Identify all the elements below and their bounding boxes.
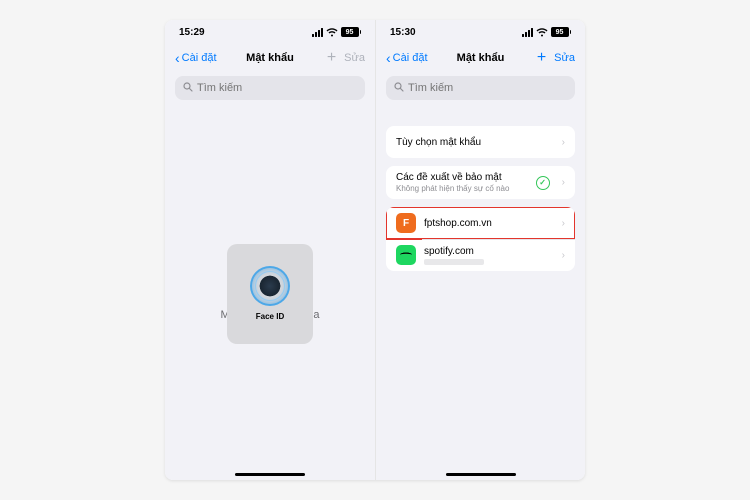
battery-icon: 95	[341, 27, 362, 37]
page-title: Mật khẩu	[246, 52, 294, 64]
search-icon	[183, 82, 193, 95]
security-subtitle: Không phát hiện thấy sự cố nào	[396, 184, 528, 193]
password-options-row[interactable]: Tùy chọn mật khẩu ›	[386, 126, 575, 158]
row-text: fptshop.com.vn	[424, 218, 554, 229]
back-label: Cài đặt	[182, 52, 217, 64]
chevron-right-icon: ›	[562, 177, 565, 188]
back-button[interactable]: ‹ Cài đặt	[175, 51, 217, 65]
home-indicator[interactable]	[446, 473, 516, 476]
account-row-spotify[interactable]: spotify.com ›	[386, 239, 575, 271]
site-name: spotify.com	[424, 246, 474, 257]
row-label: Tùy chọn mật khẩu	[396, 137, 554, 148]
add-button[interactable]: +	[537, 50, 546, 66]
security-section: Các đề xuất về bảo mật Không phát hiện t…	[386, 166, 575, 199]
nav-bar: ‹ Cài đặt Mật khẩu + Sửa	[165, 44, 375, 72]
account-row-fptshop[interactable]: F fptshop.com.vn ›	[386, 207, 575, 239]
chevron-right-icon: ›	[562, 218, 565, 229]
search-input[interactable]	[408, 82, 567, 94]
chevron-right-icon: ›	[562, 137, 565, 148]
app-icon	[396, 245, 416, 265]
app-icon: F	[396, 213, 416, 233]
battery-icon: 95	[551, 27, 572, 37]
faceid-prompt[interactable]: Face ID	[227, 244, 313, 344]
edit-button[interactable]: Sửa	[554, 52, 575, 64]
content-area: Mật khẩu đã bị khóa Face ID	[165, 108, 375, 480]
redacted-username	[424, 259, 484, 265]
status-bar: 15:29 95	[165, 20, 375, 44]
clock: 15:30	[390, 27, 416, 38]
status-indicators: 95	[312, 27, 362, 37]
security-title: Các đề xuất về bảo mật	[396, 172, 502, 183]
signal-icon	[522, 28, 533, 37]
search-input[interactable]	[197, 82, 357, 94]
security-recommendations-row[interactable]: Các đề xuất về bảo mật Không phát hiện t…	[386, 166, 575, 199]
wifi-icon	[536, 28, 548, 37]
page-title: Mật khẩu	[457, 52, 505, 64]
wifi-icon	[326, 28, 338, 37]
status-bar: 15:30 95	[376, 20, 585, 44]
phone-right: 15:30 95 ‹ Cài đặt Mật khẩu + Sửa	[375, 20, 585, 480]
back-button[interactable]: ‹ Cài đặt	[386, 51, 428, 65]
chevron-left-icon: ‹	[386, 51, 391, 65]
signal-icon	[312, 28, 323, 37]
search-icon	[394, 82, 404, 95]
chevron-right-icon: ›	[562, 250, 565, 261]
faceid-icon	[252, 268, 288, 304]
clock: 15:29	[179, 27, 205, 38]
chevron-left-icon: ‹	[175, 51, 180, 65]
edit-button[interactable]: Sửa	[344, 52, 365, 64]
add-button[interactable]: +	[327, 50, 336, 66]
nav-bar: ‹ Cài đặt Mật khẩu + Sửa	[376, 44, 585, 72]
row-text: spotify.com	[424, 246, 554, 265]
search-field[interactable]	[386, 76, 575, 100]
row-text: Các đề xuất về bảo mật Không phát hiện t…	[396, 172, 528, 193]
back-label: Cài đặt	[393, 52, 428, 64]
faceid-label: Face ID	[256, 312, 284, 321]
status-indicators: 95	[522, 27, 572, 37]
home-indicator[interactable]	[235, 473, 305, 476]
phone-left: 15:29 95 ‹ Cài đặt Mật khẩu + Sửa	[165, 20, 375, 480]
site-name: fptshop.com.vn	[424, 218, 492, 229]
content-area: Tùy chọn mật khẩu › Các đề xuất về bảo m…	[376, 108, 585, 480]
options-section: Tùy chọn mật khẩu ›	[386, 126, 575, 158]
accounts-section: F fptshop.com.vn › spotify.com ›	[386, 207, 575, 271]
checkmark-icon	[536, 176, 550, 190]
search-field[interactable]	[175, 76, 365, 100]
